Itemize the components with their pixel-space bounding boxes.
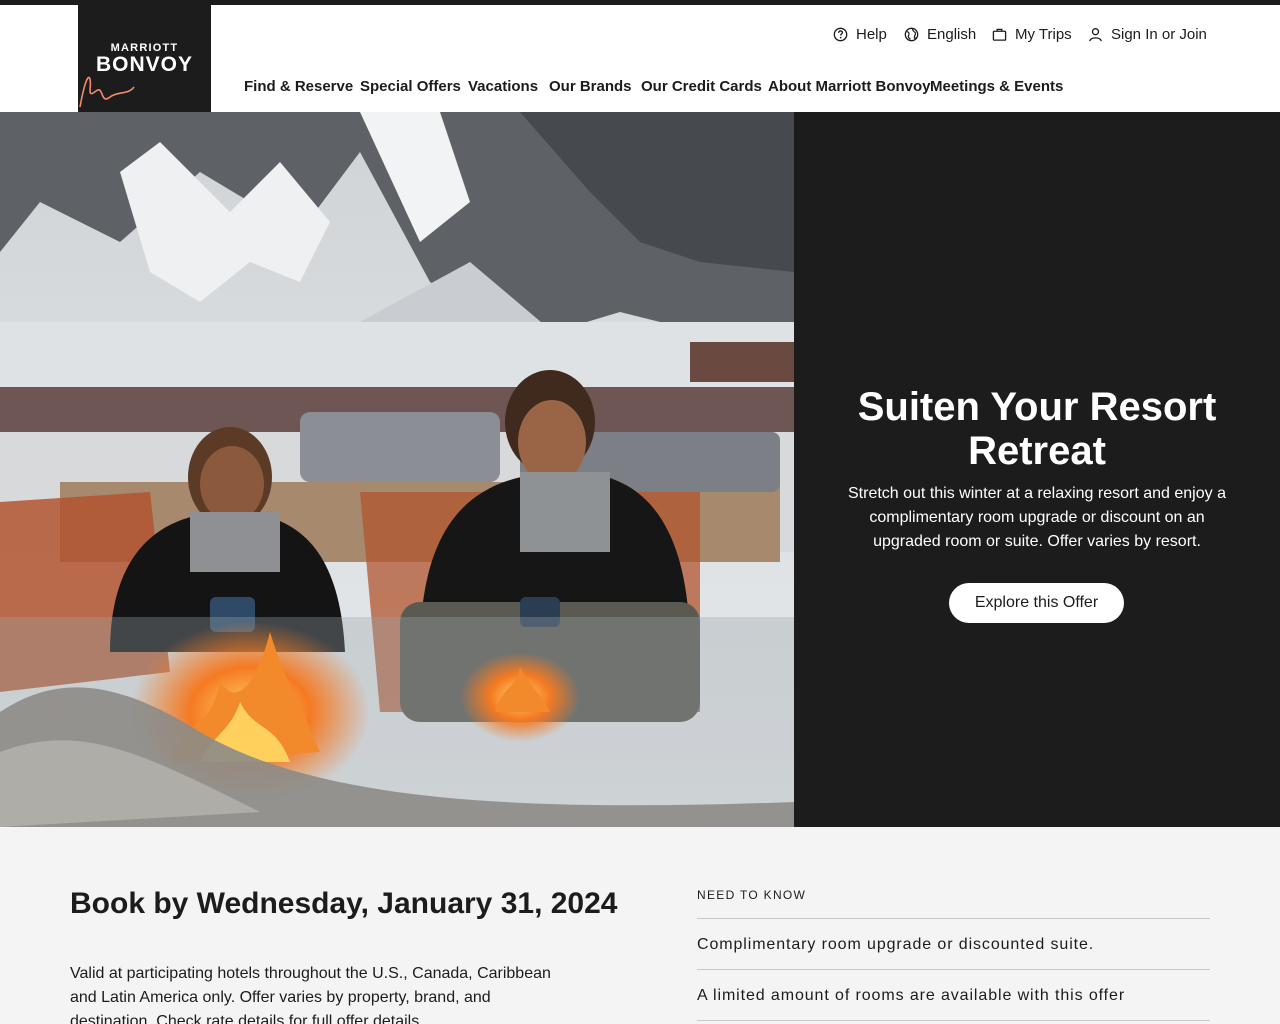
book-by-heading: Book by Wednesday, January 31, 2024 bbox=[70, 887, 618, 920]
explore-offer-button[interactable]: Explore this Offer bbox=[949, 583, 1124, 623]
divider bbox=[697, 1020, 1210, 1021]
nav-our-brands[interactable]: Our Brands bbox=[549, 78, 632, 95]
hero-image bbox=[0, 112, 794, 827]
marriott-bonvoy-logo[interactable]: MARRIOTT BONVOY bbox=[78, 5, 211, 112]
hero-title: Suiten Your Resort Retreat bbox=[857, 385, 1217, 473]
divider bbox=[697, 918, 1210, 919]
suitcase-icon bbox=[992, 28, 1007, 41]
nav-about[interactable]: About Marriott Bonvoy bbox=[768, 78, 931, 95]
language-label: English bbox=[927, 25, 977, 43]
my-trips-label: My Trips bbox=[1015, 25, 1072, 43]
user-icon bbox=[1089, 27, 1102, 41]
globe-icon bbox=[904, 27, 919, 41]
nav-credit-cards[interactable]: Our Credit Cards bbox=[641, 78, 762, 95]
offer-details-text: Valid at participating hotels throughout… bbox=[70, 965, 551, 1024]
need-to-know-label: NEED TO KNOW bbox=[697, 888, 807, 902]
my-trips-link[interactable]: My Trips bbox=[992, 24, 1072, 44]
need-to-know-item: A limited amount of rooms are available … bbox=[697, 987, 1126, 1004]
language-selector[interactable]: English bbox=[904, 24, 976, 44]
need-to-know-item: Complimentary room upgrade or discounted… bbox=[697, 936, 1095, 953]
hero-offer-panel: Suiten Your Resort Retreat Stretch out t… bbox=[794, 112, 1280, 827]
help-circle-icon bbox=[833, 27, 848, 41]
nav-vacations[interactable]: Vacations bbox=[468, 78, 538, 95]
sign-in-label: Sign In or Join bbox=[1111, 25, 1207, 43]
divider bbox=[697, 969, 1210, 970]
nav-find-reserve[interactable]: Find & Reserve bbox=[244, 78, 353, 95]
nav-meetings-events[interactable]: Meetings & Events bbox=[930, 78, 1063, 95]
help-link[interactable]: Help bbox=[833, 24, 887, 44]
help-label: Help bbox=[856, 25, 887, 43]
site-header: MARRIOTT BONVOY Help English My Trips Si… bbox=[0, 5, 1280, 112]
hero-description: Stretch out this winter at a relaxing re… bbox=[848, 485, 1226, 550]
logo-swash-icon bbox=[79, 76, 135, 108]
nav-special-offers[interactable]: Special Offers bbox=[360, 78, 461, 95]
sign-in-link[interactable]: Sign In or Join bbox=[1088, 24, 1207, 44]
